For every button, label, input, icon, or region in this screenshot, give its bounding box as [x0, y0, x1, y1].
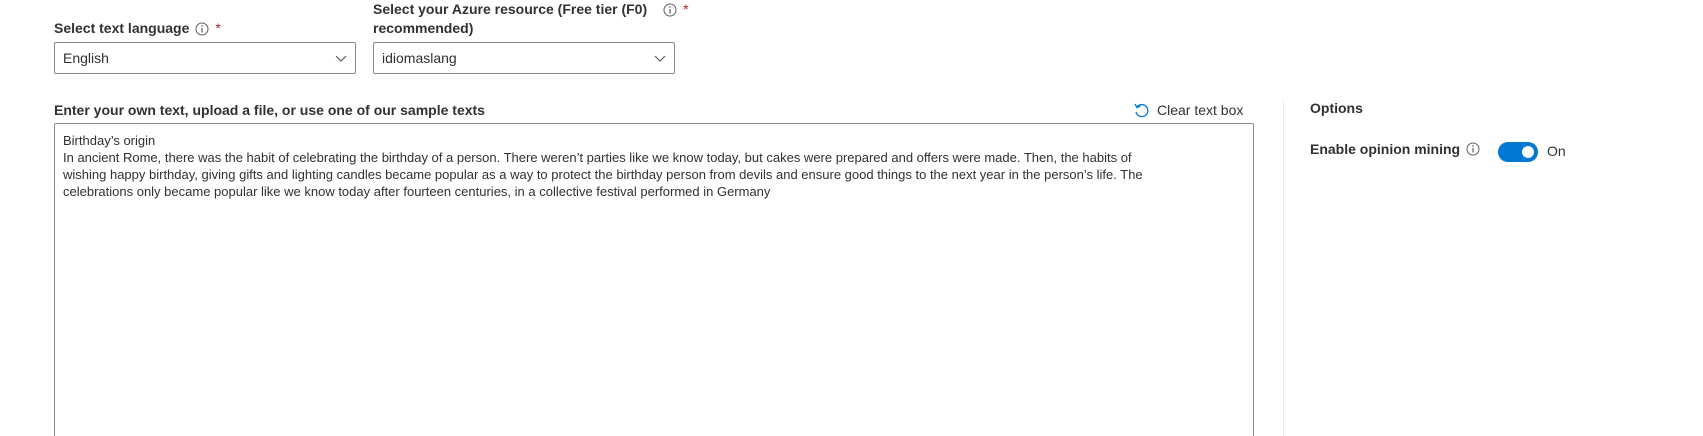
text-input-area[interactable]: Birthday’s origin In ancient Rome, there…	[54, 123, 1254, 436]
required-marker: *	[683, 1, 689, 17]
language-dropdown[interactable]: English	[54, 42, 356, 74]
clear-text-box-button[interactable]: Clear text box	[1133, 100, 1243, 120]
divider	[1283, 100, 1284, 436]
toggle-state-text: On	[1547, 143, 1566, 159]
info-icon[interactable]	[1466, 142, 1480, 156]
options-title: Options	[1310, 100, 1363, 116]
resource-dropdown[interactable]: idiomaslang	[373, 42, 675, 74]
required-marker: *	[215, 20, 221, 36]
chevron-down-icon	[654, 55, 666, 62]
clear-text-box-label: Clear text box	[1157, 102, 1244, 118]
chevron-down-icon	[335, 55, 347, 62]
opinion-mining-toggle[interactable]	[1498, 142, 1538, 162]
resource-label-line1: Select your Azure resource (Free tier (F…	[373, 1, 648, 17]
resource-label-line2: recommended)	[373, 20, 474, 36]
opinion-mining-label-row: Enable opinion mining	[1310, 141, 1480, 157]
page: Select text language * English Select yo…	[0, 0, 1703, 436]
resource-selected-value: idiomaslang	[382, 50, 457, 66]
info-icon[interactable]	[195, 22, 209, 36]
info-icon[interactable]	[663, 3, 677, 17]
resource-label-row: Select your Azure resource (Free tier (F…	[373, 0, 689, 38]
language-label-row: Select text language *	[54, 19, 221, 38]
text-input-label: Enter your own text, upload a file, or u…	[54, 102, 485, 118]
language-selected-value: English	[63, 50, 109, 66]
undo-icon	[1134, 103, 1149, 118]
language-label: Select text language	[54, 20, 190, 36]
opinion-mining-label: Enable opinion mining	[1310, 141, 1461, 157]
toggle-knob	[1522, 146, 1534, 158]
